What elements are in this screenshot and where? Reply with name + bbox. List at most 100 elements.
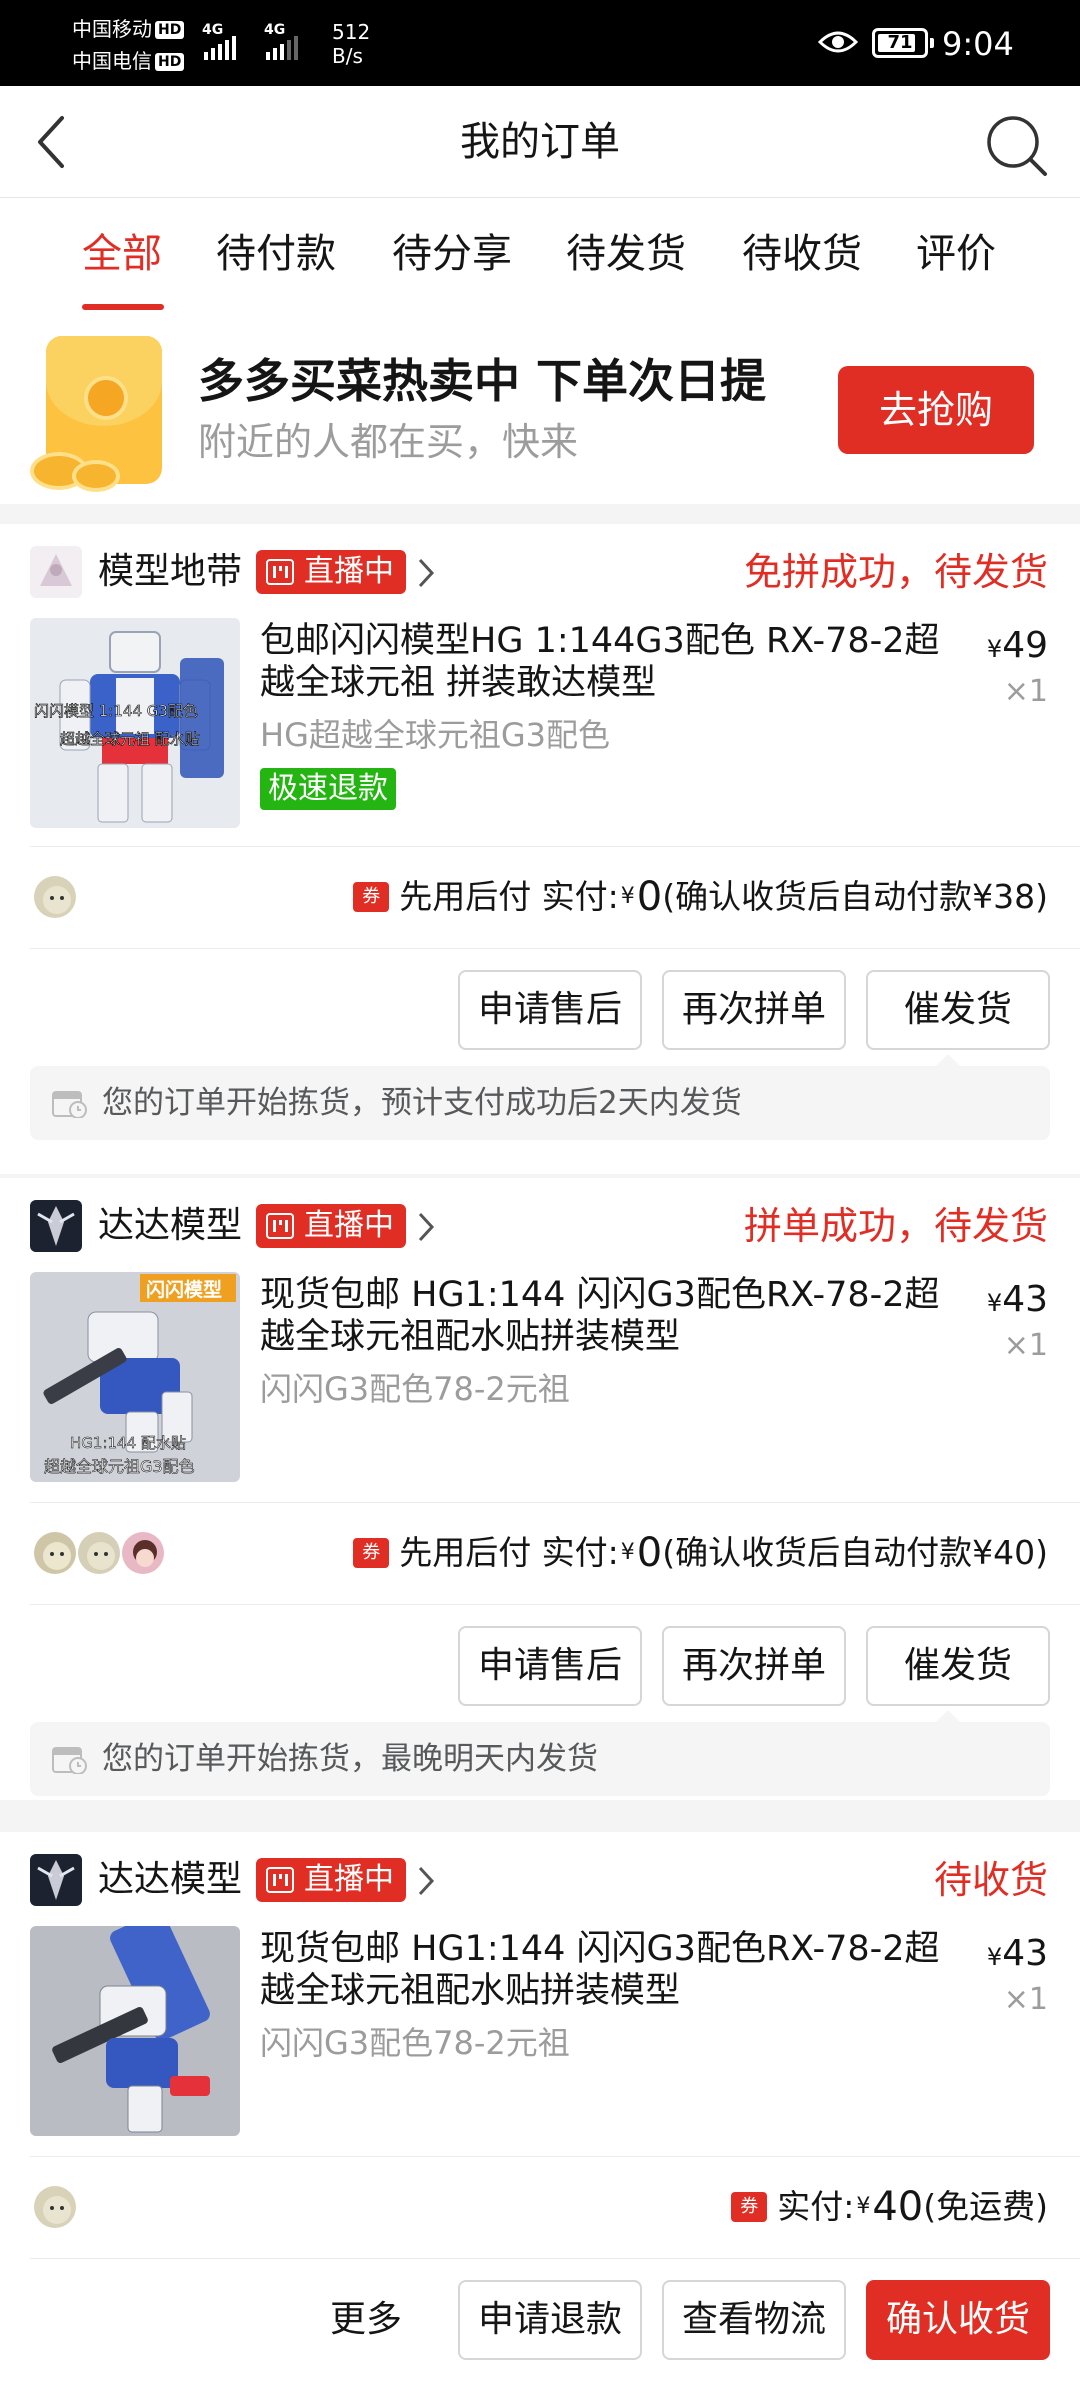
fast-refund-tag: 极速退款	[260, 768, 396, 810]
live-icon	[266, 1867, 294, 1893]
order-card: 达达模型 直播中 待收货 现货包邮 HG1:144 闪闪G3配色RX-78-2超…	[0, 1832, 1080, 2400]
payment-summary: 券 实付: ¥40 (免运费)	[731, 2184, 1048, 2230]
status-bar: 中国移动 HD 中国电信 HD 4G 4G 512 B/s 71 9:04	[0, 0, 1080, 86]
red-envelope-icon	[30, 336, 162, 492]
product-price: ¥49	[986, 625, 1048, 666]
urge-shipment-button[interactable]: 催发货	[866, 970, 1050, 1050]
shop-logo[interactable]	[30, 1200, 82, 1252]
avatar	[32, 1530, 78, 1576]
divider	[30, 1502, 1080, 1503]
coupon-icon: 券	[731, 2192, 768, 2222]
order-tabs: 全部 待付款 待分享 待发货 待收货 评价	[0, 198, 1080, 312]
chevron-right-icon[interactable]	[416, 1864, 436, 1898]
tab-pending-receipt[interactable]: 待收货	[742, 228, 862, 280]
promo-banner[interactable]: 多多买菜热卖中 下单次日提 附近的人都在买，快来 去抢购	[0, 312, 1080, 504]
svg-text:超越全球元祖 配水贴: 超越全球元祖 配水贴	[60, 730, 200, 748]
divider	[30, 1604, 1080, 1605]
grab-now-button[interactable]: 去抢购	[838, 366, 1034, 454]
payment-summary: 券 先用后付 实付: ¥0 (确认收货后自动付款¥40)	[353, 1530, 1048, 1576]
divider	[30, 948, 1080, 949]
more-actions-link[interactable]: 更多	[330, 2280, 402, 2360]
chevron-right-icon[interactable]	[416, 556, 436, 590]
regroup-button[interactable]: 再次拼单	[662, 970, 846, 1050]
promo-subtitle: 附近的人都在买，快来	[198, 420, 579, 464]
order-status: 免拼成功，待发货	[743, 550, 1048, 594]
tab-pending-shipment[interactable]: 待发货	[566, 228, 686, 280]
divider	[30, 2258, 1080, 2259]
battery-icon: 71	[872, 28, 934, 58]
shop-name[interactable]: 达达模型	[98, 1854, 242, 1906]
search-icon[interactable]	[985, 114, 1049, 178]
tab-review[interactable]: 评价	[916, 228, 996, 280]
shipping-note: 您的订单开始拣货，最晚明天内发货	[30, 1710, 1050, 1796]
avatar	[120, 1530, 166, 1576]
divider	[30, 846, 1080, 847]
coupon-icon: 券	[353, 1538, 390, 1568]
product-price: ¥43	[986, 1933, 1048, 1974]
product-title[interactable]: 现货包邮 HG1:144 闪闪G3配色RX-78-2超越全球元祖配水贴拼装模型	[260, 1928, 950, 2012]
shop-logo[interactable]	[30, 546, 82, 598]
live-icon	[266, 559, 294, 585]
live-icon	[266, 1213, 294, 1239]
page-title: 我的订单	[460, 119, 620, 165]
product-title[interactable]: 包邮闪闪模型HG 1:144G3配色 RX-78-2超越全球元祖 拼装敢达模型	[260, 620, 950, 704]
signal-2-icon	[266, 36, 298, 60]
tab-pending-share[interactable]: 待分享	[392, 228, 512, 280]
live-badge[interactable]: 直播中	[256, 1204, 406, 1248]
payment-summary: 券 先用后付 实付: ¥0 (确认收货后自动付款¥38)	[353, 874, 1048, 920]
product-sku: HG超越全球元祖G3配色	[260, 716, 611, 754]
order-card: 模型地带 直播中 免拼成功，待发货 闪闪模型 1:144 G3配色 超越全球元祖…	[0, 524, 1080, 1174]
product-sku: 闪闪G3配色78-2元祖	[260, 2024, 570, 2062]
confirm-receipt-button[interactable]: 确认收货	[866, 2280, 1050, 2360]
chevron-right-icon[interactable]	[416, 1210, 436, 1244]
svg-text:超越全球元祖G3配色: 超越全球元祖G3配色	[44, 1457, 195, 1476]
group-avatars	[32, 874, 78, 920]
carrier-2: 中国电信 HD	[72, 48, 185, 74]
product-title[interactable]: 现货包邮 HG1:144 闪闪G3配色RX-78-2超越全球元祖配水贴拼装模型	[260, 1274, 950, 1358]
tab-all[interactable]: 全部	[82, 228, 162, 280]
avatar	[76, 1530, 122, 1576]
eye-comfort-icon	[818, 31, 858, 53]
net-speed: 512 B/s	[332, 20, 371, 68]
live-badge[interactable]: 直播中	[256, 550, 406, 594]
after-sales-button[interactable]: 申请售后	[458, 970, 642, 1050]
live-badge[interactable]: 直播中	[256, 1858, 406, 1902]
product-image[interactable]: 闪闪模型 HG1:144 配水贴 超越全球元祖G3配色	[30, 1272, 240, 1482]
carrier-1: 中国移动 HD	[72, 16, 185, 42]
after-sales-button[interactable]: 申请售后	[458, 1626, 642, 1706]
svg-text:闪闪模型 1:144 G3配色: 闪闪模型 1:144 G3配色	[34, 702, 198, 720]
group-avatars	[32, 2184, 78, 2230]
tab-active-indicator	[82, 304, 164, 310]
avatar	[32, 2184, 78, 2230]
request-refund-button[interactable]: 申请退款	[458, 2280, 642, 2360]
svg-text:闪闪模型: 闪闪模型	[146, 1278, 222, 1301]
calendar-clock-icon	[52, 1091, 87, 1118]
urge-shipment-button[interactable]: 催发货	[866, 1626, 1050, 1706]
product-sku: 闪闪G3配色78-2元祖	[260, 1370, 570, 1408]
group-avatars	[32, 1530, 166, 1576]
regroup-button[interactable]: 再次拼单	[662, 1626, 846, 1706]
promo-title: 多多买菜热卖中 下单次日提	[198, 354, 767, 408]
svg-text:HG1:144 配水贴: HG1:144 配水贴	[70, 1434, 186, 1452]
shop-name[interactable]: 达达模型	[98, 1200, 242, 1252]
view-logistics-button[interactable]: 查看物流	[662, 2280, 846, 2360]
clock: 9:04	[942, 25, 1014, 63]
product-image[interactable]: 闪闪模型 1:144 G3配色 超越全球元祖 配水贴	[30, 618, 240, 828]
avatar	[32, 874, 78, 920]
shop-name[interactable]: 模型地带	[98, 546, 242, 598]
order-status: 拼单成功，待发货	[743, 1204, 1048, 1248]
order-card: 达达模型 直播中 拼单成功，待发货 闪闪模型 HG1:144 配水贴 超越全球元…	[0, 1178, 1080, 1800]
coupon-icon: 券	[353, 882, 390, 912]
product-qty: ×1	[1003, 1328, 1048, 1363]
signal-1-icon	[204, 36, 236, 60]
calendar-clock-icon	[52, 1747, 87, 1774]
product-qty: ×1	[1003, 674, 1048, 709]
shop-logo[interactable]	[30, 1854, 82, 1906]
shipping-note: 您的订单开始拣货，预计支付成功后2天内发货	[30, 1054, 1050, 1140]
divider	[30, 2156, 1080, 2157]
product-qty: ×1	[1003, 1982, 1048, 2017]
order-status: 待收货	[933, 1858, 1048, 1902]
product-image[interactable]	[30, 1926, 240, 2136]
product-price: ¥43	[986, 1279, 1048, 1320]
tab-pending-payment[interactable]: 待付款	[216, 228, 336, 280]
